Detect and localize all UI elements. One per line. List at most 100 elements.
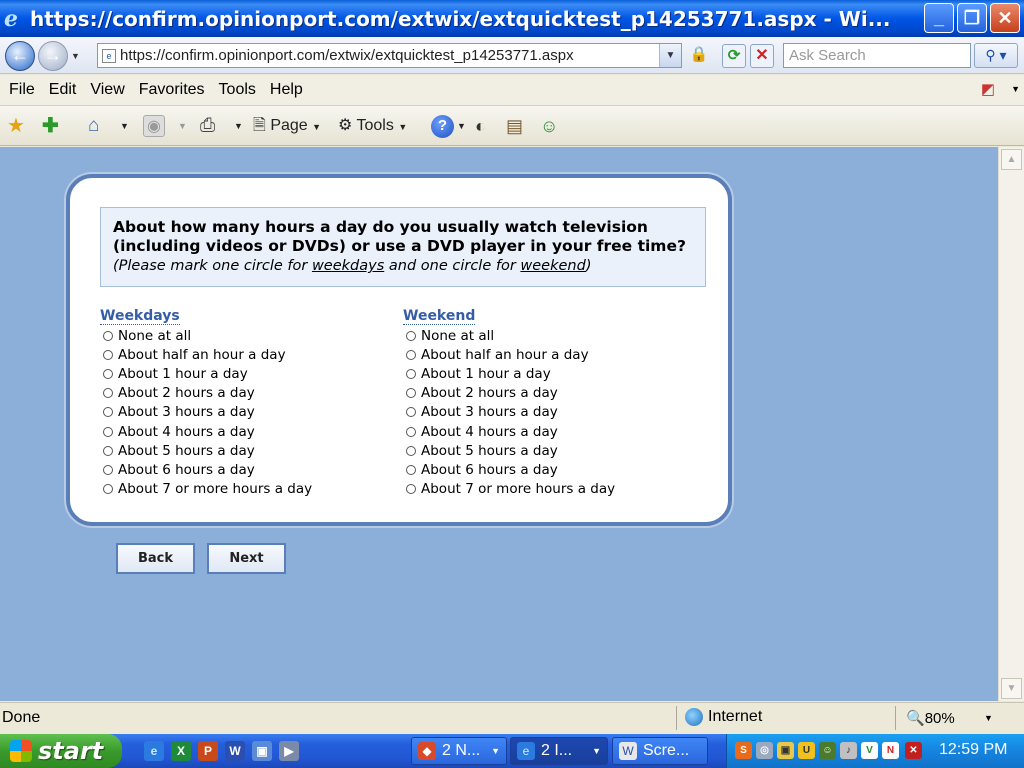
chevron-down-icon[interactable]: ▼ <box>1011 84 1020 94</box>
close-button[interactable]: ✕ <box>990 3 1020 33</box>
weekend-option[interactable]: About 5 hours a day <box>403 441 615 460</box>
weekend-option[interactable]: About half an hour a day <box>403 345 615 364</box>
forward-button[interactable]: → <box>38 41 68 71</box>
address-url[interactable]: https://confirm.opinionport.com/extwix/e… <box>120 47 660 64</box>
security-alert-icon[interactable]: ✕ <box>905 742 922 759</box>
messenger-icon[interactable]: ☺ <box>540 115 558 137</box>
radio-button[interactable] <box>406 445 416 456</box>
lock-icon[interactable]: 🔒 <box>688 44 710 66</box>
antivirus-icon[interactable]: V <box>861 742 878 759</box>
menu-view[interactable]: View <box>90 81 124 99</box>
favorites-star-icon[interactable]: ★ <box>7 115 25 137</box>
tools-menu-button[interactable]: ⚙ Tools ▼ <box>338 115 407 137</box>
radio-button[interactable] <box>103 484 113 495</box>
page-menu-button[interactable]: 🗎 Page ▼ <box>253 115 321 137</box>
powerpoint-icon[interactable]: P <box>198 741 218 761</box>
weekdays-option[interactable]: About half an hour a day <box>100 345 312 364</box>
lock-icon[interactable]: ▣ <box>777 742 794 759</box>
help-icon[interactable]: ? <box>431 115 454 138</box>
speaker-icon[interactable]: ♪ <box>840 742 857 759</box>
weekend-option[interactable]: None at all <box>403 326 615 345</box>
taskbar-item[interactable]: ◆ 2 N... ▼ <box>411 737 507 765</box>
radio-button[interactable] <box>406 407 416 418</box>
weekdays-option[interactable]: None at all <box>100 326 312 345</box>
menu-help[interactable]: Help <box>270 81 303 99</box>
minimize-button[interactable]: _ <box>924 3 954 33</box>
radio-button[interactable] <box>103 407 113 418</box>
radio-button[interactable] <box>103 349 113 360</box>
weekend-option[interactable]: About 6 hours a day <box>403 460 615 479</box>
refresh-button[interactable]: ⟳ <box>722 44 746 68</box>
taskbar-item[interactable]: W Scre... <box>612 737 708 765</box>
desktop-icon[interactable]: ▣ <box>252 741 272 761</box>
menu-file[interactable]: File <box>9 81 35 99</box>
start-button[interactable]: start <box>0 734 122 768</box>
weekdays-option[interactable]: About 4 hours a day <box>100 422 312 441</box>
ie-quicklaunch-icon[interactable]: e <box>144 741 164 761</box>
back-survey-button[interactable]: Back <box>116 543 195 574</box>
app-n-icon[interactable]: N <box>882 742 899 759</box>
weekdays-option[interactable]: About 5 hours a day <box>100 441 312 460</box>
weekdays-option[interactable]: About 7 or more hours a day <box>100 480 312 499</box>
translate-icon[interactable]: ◩ <box>978 80 998 100</box>
radio-button[interactable] <box>103 445 113 456</box>
radio-button[interactable] <box>103 464 113 475</box>
radio-button[interactable] <box>406 368 416 379</box>
back-button[interactable]: ← <box>5 41 35 71</box>
search-input[interactable]: Ask Search <box>783 43 971 68</box>
excel-icon[interactable]: X <box>171 741 191 761</box>
weekdays-option[interactable]: About 1 hour a day <box>100 364 312 383</box>
feeds-icon[interactable]: ◉ <box>143 115 165 137</box>
feeds-dropdown-icon[interactable]: ▼ <box>178 115 187 137</box>
next-survey-button[interactable]: Next <box>207 543 286 574</box>
weekdays-option[interactable]: About 2 hours a day <box>100 384 312 403</box>
radio-button[interactable] <box>103 330 113 341</box>
blog-icon[interactable]: ▤ <box>506 115 523 137</box>
shield-icon[interactable]: U <box>798 742 815 759</box>
security-zone[interactable]: Internet <box>685 708 762 726</box>
media-player-icon[interactable]: ▶ <box>279 741 299 761</box>
menu-tools[interactable]: Tools <box>219 81 256 99</box>
weekend-option[interactable]: About 1 hour a day <box>403 364 615 383</box>
zoom-dropdown-icon[interactable]: ▼ <box>984 713 993 723</box>
scroll-down-icon[interactable]: ▼ <box>1001 678 1022 699</box>
maximize-button[interactable]: ❐ <box>957 3 987 33</box>
home-icon[interactable]: ⌂ <box>88 115 99 137</box>
address-bar[interactable]: e https://confirm.opinionport.com/extwix… <box>97 43 682 68</box>
weekend-option[interactable]: About 7 or more hours a day <box>403 480 615 499</box>
radio-button[interactable] <box>406 349 416 360</box>
network-icon[interactable]: ◎ <box>756 742 773 759</box>
radio-button[interactable] <box>103 388 113 399</box>
radio-button[interactable] <box>406 484 416 495</box>
stop-button[interactable]: ✕ <box>750 44 774 68</box>
menu-favorites[interactable]: Favorites <box>139 81 205 99</box>
search-button[interactable]: ⚲ ▾ <box>974 43 1018 68</box>
radio-button[interactable] <box>406 330 416 341</box>
taskbar-item[interactable]: e2 I... ▼ <box>510 737 608 765</box>
print-dropdown-icon[interactable]: ▼ <box>234 115 243 137</box>
word-icon[interactable]: W <box>225 741 245 761</box>
home-dropdown-icon[interactable]: ▼ <box>120 115 129 137</box>
weekend-option[interactable]: About 3 hours a day <box>403 403 615 422</box>
address-dropdown-icon[interactable]: ▼ <box>659 44 681 67</box>
weekdays-option[interactable]: About 3 hours a day <box>100 403 312 422</box>
scroll-up-icon[interactable]: ▲ <box>1001 149 1022 170</box>
radio-button[interactable] <box>406 426 416 437</box>
research-icon[interactable]: ◐ <box>475 115 486 137</box>
weekdays-option[interactable]: About 6 hours a day <box>100 460 312 479</box>
radio-button[interactable] <box>406 464 416 475</box>
users-icon[interactable]: ☺ <box>819 742 836 759</box>
weekend-option[interactable]: About 4 hours a day <box>403 422 615 441</box>
zoom-level[interactable]: 🔍80% <box>906 709 955 727</box>
radio-button[interactable] <box>103 368 113 379</box>
radio-button[interactable] <box>406 388 416 399</box>
print-icon[interactable]: ⎙ <box>200 115 215 137</box>
menu-edit[interactable]: Edit <box>49 81 77 99</box>
recent-pages-dropdown-icon[interactable]: ▼ <box>71 51 80 61</box>
vertical-scrollbar[interactable]: ▲ ▼ <box>998 147 1024 701</box>
radio-button[interactable] <box>103 426 113 437</box>
tray-app-icon[interactable]: S <box>735 742 752 759</box>
weekend-option[interactable]: About 2 hours a day <box>403 384 615 403</box>
help-dropdown-icon[interactable]: ▼ <box>457 115 466 137</box>
add-favorites-icon[interactable]: ✚ <box>42 115 59 137</box>
